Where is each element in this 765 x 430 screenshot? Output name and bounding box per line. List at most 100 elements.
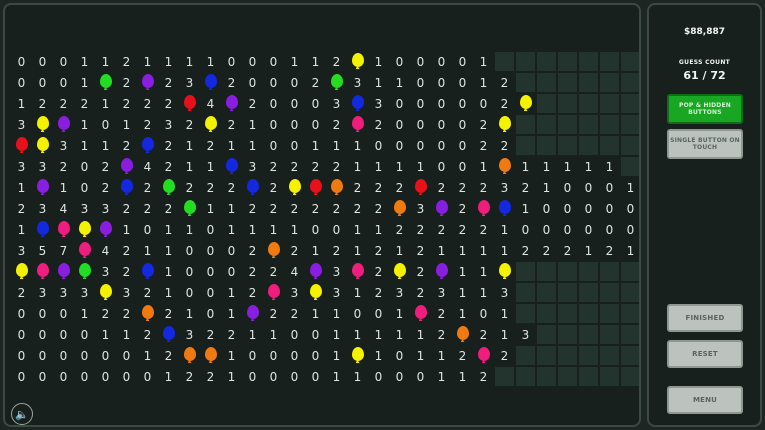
number-cell[interactable]: 1 (263, 324, 284, 345)
number-cell[interactable]: 0 (368, 366, 389, 387)
number-cell[interactable]: 2 (263, 261, 284, 282)
number-cell[interactable]: 0 (53, 72, 74, 93)
finished-button[interactable]: Finished (667, 304, 743, 332)
number-cell[interactable]: 0 (284, 324, 305, 345)
number-cell[interactable]: 2 (95, 177, 116, 198)
number-cell[interactable]: 2 (368, 198, 389, 219)
number-cell[interactable]: 2 (347, 198, 368, 219)
number-cell[interactable]: 0 (179, 261, 200, 282)
number-cell[interactable]: 2 (158, 345, 179, 366)
number-cell[interactable]: 2 (494, 93, 515, 114)
number-cell[interactable]: 1 (347, 135, 368, 156)
number-cell[interactable]: 0 (305, 114, 326, 135)
balloon-cell[interactable] (95, 282, 116, 303)
number-cell[interactable]: 0 (200, 282, 221, 303)
number-cell[interactable]: 2 (116, 240, 137, 261)
number-cell[interactable]: 2 (473, 366, 494, 387)
number-cell[interactable]: 2 (200, 135, 221, 156)
number-cell[interactable]: 4 (95, 240, 116, 261)
number-cell[interactable]: 1 (242, 135, 263, 156)
number-cell[interactable]: 1 (347, 366, 368, 387)
number-cell[interactable]: 0 (305, 324, 326, 345)
hidden-cell[interactable] (536, 114, 557, 135)
hidden-cell[interactable] (620, 282, 639, 303)
number-cell[interactable]: 0 (284, 366, 305, 387)
number-cell[interactable]: 3 (494, 177, 515, 198)
number-cell[interactable]: 2 (473, 324, 494, 345)
hidden-cell[interactable] (578, 324, 599, 345)
number-cell[interactable]: 1 (368, 72, 389, 93)
number-cell[interactable]: 0 (431, 72, 452, 93)
number-cell[interactable]: 4 (53, 198, 74, 219)
number-cell[interactable]: 0 (74, 345, 95, 366)
number-cell[interactable]: 2 (116, 93, 137, 114)
number-cell[interactable]: 0 (11, 345, 32, 366)
hidden-cell[interactable] (515, 135, 536, 156)
number-cell[interactable]: 1 (473, 282, 494, 303)
number-cell[interactable]: 2 (242, 282, 263, 303)
balloon-cell[interactable] (32, 177, 53, 198)
balloon-cell[interactable] (305, 261, 326, 282)
balloon-cell[interactable] (284, 177, 305, 198)
hidden-cell[interactable] (578, 303, 599, 324)
balloon-cell[interactable] (347, 93, 368, 114)
number-cell[interactable]: 0 (284, 114, 305, 135)
hidden-cell[interactable] (599, 72, 620, 93)
number-cell[interactable]: 0 (305, 366, 326, 387)
hidden-cell[interactable] (536, 282, 557, 303)
number-cell[interactable]: 1 (305, 303, 326, 324)
number-cell[interactable]: 2 (263, 156, 284, 177)
number-cell[interactable]: 0 (599, 198, 620, 219)
hidden-cell[interactable] (599, 93, 620, 114)
hidden-cell[interactable] (515, 72, 536, 93)
number-cell[interactable]: 2 (557, 240, 578, 261)
number-cell[interactable]: 1 (410, 156, 431, 177)
number-cell[interactable]: 1 (368, 156, 389, 177)
number-cell[interactable]: 2 (368, 177, 389, 198)
number-cell[interactable]: 0 (263, 114, 284, 135)
number-cell[interactable]: 1 (179, 156, 200, 177)
number-cell[interactable]: 3 (326, 93, 347, 114)
hidden-cell[interactable] (578, 51, 599, 72)
balloon-cell[interactable] (11, 261, 32, 282)
balloon-cell[interactable] (389, 198, 410, 219)
number-cell[interactable]: 0 (137, 366, 158, 387)
balloon-cell[interactable] (95, 72, 116, 93)
number-cell[interactable]: 0 (452, 72, 473, 93)
number-cell[interactable]: 1 (200, 51, 221, 72)
balloon-cell[interactable] (116, 177, 137, 198)
number-cell[interactable]: 3 (158, 114, 179, 135)
number-cell[interactable]: 0 (11, 51, 32, 72)
number-cell[interactable]: 1 (326, 303, 347, 324)
number-cell[interactable]: 1 (578, 156, 599, 177)
balloon-cell[interactable] (263, 240, 284, 261)
number-cell[interactable]: 1 (116, 324, 137, 345)
number-cell[interactable]: 2 (305, 198, 326, 219)
hidden-cell[interactable] (536, 51, 557, 72)
number-cell[interactable]: 1 (599, 156, 620, 177)
hidden-cell[interactable] (536, 345, 557, 366)
balloon-cell[interactable] (32, 135, 53, 156)
balloon-cell[interactable] (326, 72, 347, 93)
number-cell[interactable]: 0 (578, 177, 599, 198)
number-cell[interactable]: 1 (536, 156, 557, 177)
number-cell[interactable]: 0 (242, 345, 263, 366)
number-cell[interactable]: 3 (347, 72, 368, 93)
number-cell[interactable]: 1 (221, 303, 242, 324)
number-cell[interactable]: 1 (389, 324, 410, 345)
hidden-cell[interactable] (557, 114, 578, 135)
number-cell[interactable]: 3 (431, 282, 452, 303)
number-cell[interactable]: 1 (347, 282, 368, 303)
number-cell[interactable]: 1 (368, 345, 389, 366)
balloon-cell[interactable] (32, 261, 53, 282)
number-cell[interactable]: 0 (74, 177, 95, 198)
balloon-cell[interactable] (389, 261, 410, 282)
reset-button[interactable]: Reset (667, 340, 743, 368)
number-cell[interactable]: 2 (473, 177, 494, 198)
hidden-cell[interactable] (515, 51, 536, 72)
number-cell[interactable]: 1 (326, 345, 347, 366)
number-cell[interactable]: 0 (11, 72, 32, 93)
hidden-cell[interactable] (578, 114, 599, 135)
number-cell[interactable]: 2 (200, 177, 221, 198)
number-cell[interactable]: 2 (473, 219, 494, 240)
